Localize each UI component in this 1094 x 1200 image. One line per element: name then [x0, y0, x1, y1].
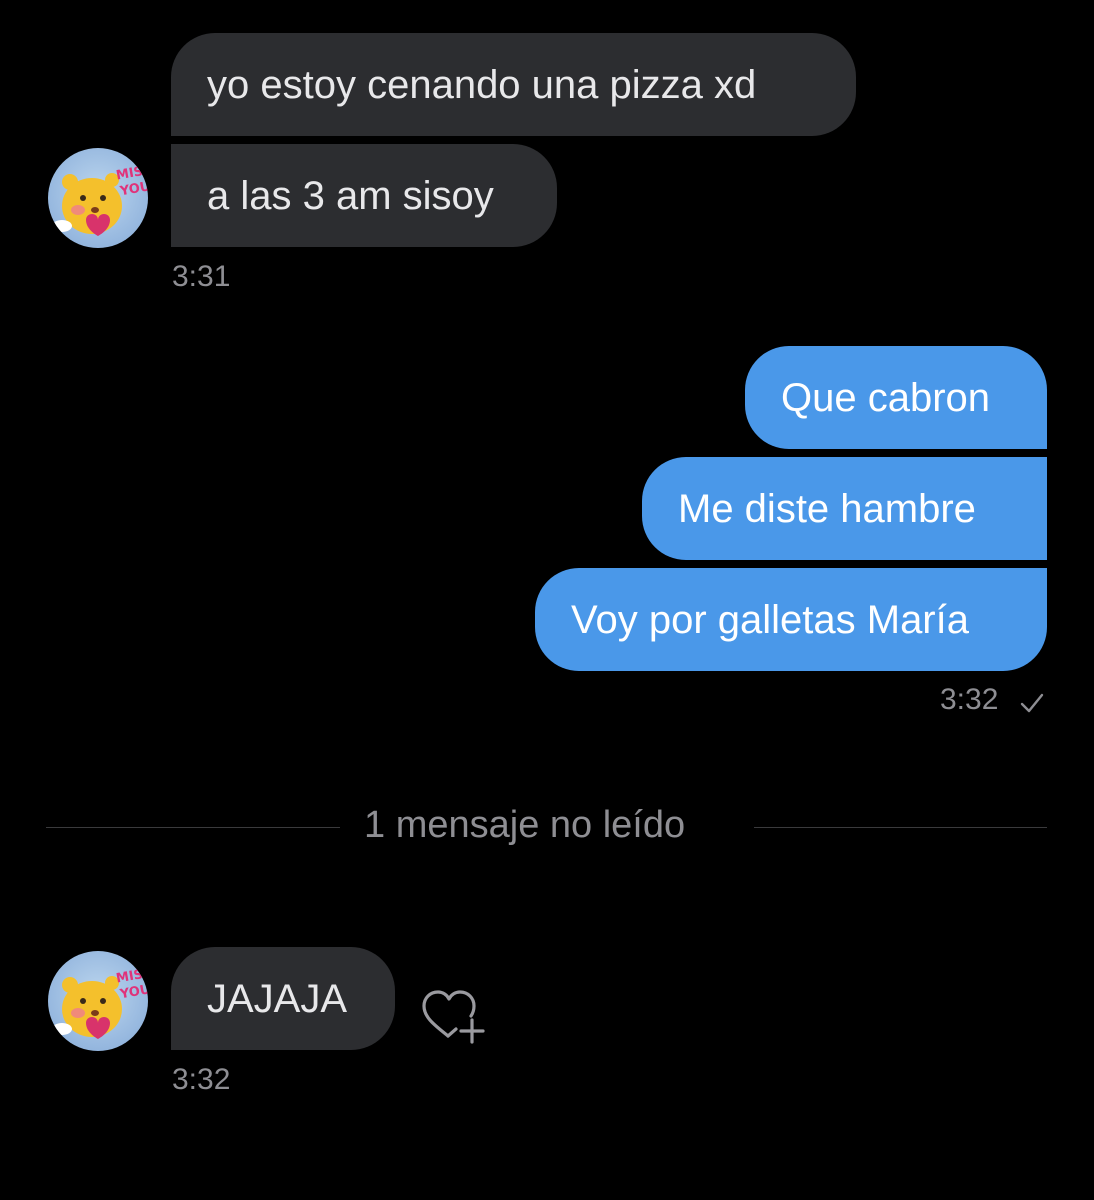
message-timestamp: 3:31	[172, 260, 231, 293]
bear-sticker-avatar-icon: MISS YOU	[48, 951, 148, 1051]
avatar[interactable]: MISS YOU	[48, 148, 148, 248]
message-text: JAJAJA	[207, 976, 348, 1021]
message-text: Me diste hambre	[678, 486, 976, 531]
unread-divider-label: 1 mensaje no leído	[364, 804, 686, 846]
divider-line	[46, 827, 340, 828]
divider-line	[754, 827, 1047, 828]
avatar[interactable]: MISS YOU	[48, 951, 148, 1051]
heart-plus-icon[interactable]	[418, 984, 490, 1048]
outgoing-message-bubble[interactable]: Que cabron	[745, 346, 1047, 449]
message-timestamp: 3:32	[172, 1063, 231, 1096]
outgoing-message-bubble[interactable]: Voy por galletas María	[535, 568, 1047, 671]
message-text: yo estoy cenando una pizza xd	[207, 62, 757, 107]
message-text: a las 3 am sisoy	[207, 173, 494, 218]
incoming-message-bubble[interactable]: yo estoy cenando una pizza xd	[171, 33, 856, 136]
message-text: Voy por galletas María	[571, 597, 969, 642]
bear-sticker-avatar-icon: MISS YOU	[48, 148, 148, 248]
message-timestamp: 3:32	[940, 683, 999, 716]
incoming-message-bubble[interactable]: a las 3 am sisoy	[171, 144, 557, 247]
outgoing-message-bubble[interactable]: Me diste hambre	[642, 457, 1047, 560]
incoming-message-bubble[interactable]: JAJAJA	[171, 947, 395, 1050]
checkmark-icon	[1020, 693, 1044, 713]
message-text: Que cabron	[781, 375, 991, 420]
